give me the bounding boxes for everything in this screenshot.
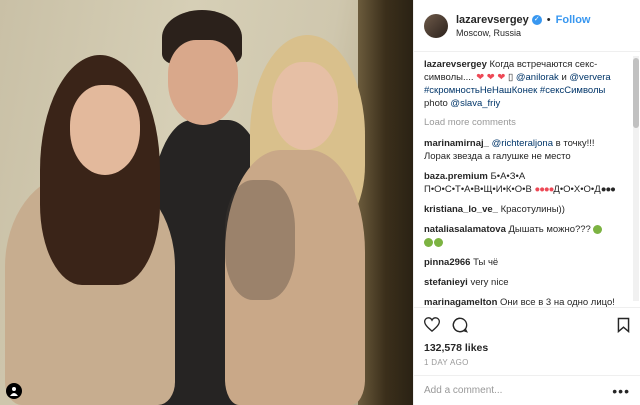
caption-text: photo: [424, 98, 448, 109]
post-header: lazarevsergey ✓ • Follow Moscow, Russia: [414, 0, 640, 52]
mention-link[interactable]: @ververa: [569, 72, 610, 83]
face-emoji-icon: [434, 237, 443, 247]
add-comment-bar: •••: [414, 375, 640, 405]
photo-person-right-face: [272, 62, 338, 150]
header-username[interactable]: lazarevsergey: [456, 14, 529, 26]
mention-link[interactable]: @anilorak: [516, 72, 559, 83]
comment-icon[interactable]: [452, 317, 468, 336]
comment: marinagamelton Они все в 3 на одно лицо!…: [424, 296, 630, 307]
comment: kristiana_lo_ve_ Красотулины)): [424, 203, 630, 216]
red-circles-emoji: ●●●●: [534, 184, 554, 195]
caption-text: и: [561, 72, 567, 83]
instagram-post: lazarevsergey ✓ • Follow Moscow, Russia …: [0, 0, 640, 405]
comment: baza.premium Б•А•З•А П•О•С•Т•А•В•Щ•И•К•О…: [424, 170, 630, 196]
box-glyph: ▯: [508, 72, 514, 83]
post-photo[interactable]: [0, 0, 413, 405]
follow-button[interactable]: Follow: [556, 14, 591, 26]
likes-count[interactable]: 132,578 likes: [424, 342, 630, 354]
comment-text: Красотулины)): [500, 204, 565, 215]
comment-username[interactable]: marinamirnaj_: [424, 138, 489, 149]
hearts-emoji: ❤ ❤ ❤: [476, 72, 506, 83]
comment-username[interactable]: marinagamelton: [424, 297, 497, 307]
scrollbar-thumb[interactable]: [633, 58, 639, 128]
hashtag-link[interactable]: #скромностьНеНашКонек: [424, 85, 537, 96]
comments-list[interactable]: lazarevsergey Когда встречаются секс-сим…: [414, 52, 640, 307]
post-actions: 132,578 likes 1 DAY AGO: [414, 307, 640, 375]
load-more-comments-button[interactable]: Load more comments: [424, 117, 630, 128]
comment-input[interactable]: [424, 385, 613, 396]
verified-badge-icon: ✓: [531, 14, 542, 25]
hashtag-link[interactable]: #сексСимволы: [540, 85, 605, 96]
person-tag-icon[interactable]: [6, 383, 22, 399]
comment-text: Ты чё: [473, 257, 499, 268]
face-emoji-icon: [593, 224, 603, 234]
caption-username[interactable]: lazarevsergey: [424, 59, 487, 70]
caption: lazarevsergey Когда встречаются секс-сим…: [424, 58, 630, 110]
face-emoji-icon: [424, 237, 433, 247]
photo-background-door: [358, 0, 413, 405]
dark-circles-emoji: ●●●: [600, 184, 616, 195]
comment: nataliasalamatova Дышать можно???: [424, 223, 630, 249]
photo-person-left-face: [70, 85, 140, 175]
post-sidebar: lazarevsergey ✓ • Follow Moscow, Russia …: [413, 0, 640, 405]
comment-text: Дышать можно???: [508, 224, 591, 235]
photo-person-middle-face: [168, 40, 238, 125]
comment-username[interactable]: kristiana_lo_ve_: [424, 204, 498, 215]
comment: marinamirnaj_ @richteraljona в точку!!! …: [424, 137, 630, 163]
comment-username[interactable]: stefanieyi: [424, 277, 468, 288]
comment-text: Д•О•Х•О•Д: [553, 184, 601, 195]
heart-icon[interactable]: [423, 317, 441, 335]
more-options-icon[interactable]: •••: [612, 383, 630, 399]
mention-link[interactable]: @richteraljona: [492, 138, 553, 149]
comment-username[interactable]: pinna2966: [424, 257, 470, 268]
comment-username[interactable]: nataliasalamatova: [424, 224, 506, 235]
photo-tattoo: [225, 180, 295, 300]
comment-text: very nice: [470, 277, 509, 288]
comment: stefanieyi very nice: [424, 276, 630, 289]
mention-link[interactable]: @slava_friy: [450, 98, 500, 109]
location-link[interactable]: Moscow, Russia: [456, 28, 590, 38]
post-timestamp: 1 DAY AGO: [424, 358, 469, 367]
avatar[interactable]: [424, 13, 448, 38]
bookmark-icon[interactable]: [617, 317, 630, 336]
comment-username[interactable]: baza.premium: [424, 171, 488, 182]
comment: pinna2966 Ты чё: [424, 256, 630, 269]
separator: •: [546, 13, 551, 26]
